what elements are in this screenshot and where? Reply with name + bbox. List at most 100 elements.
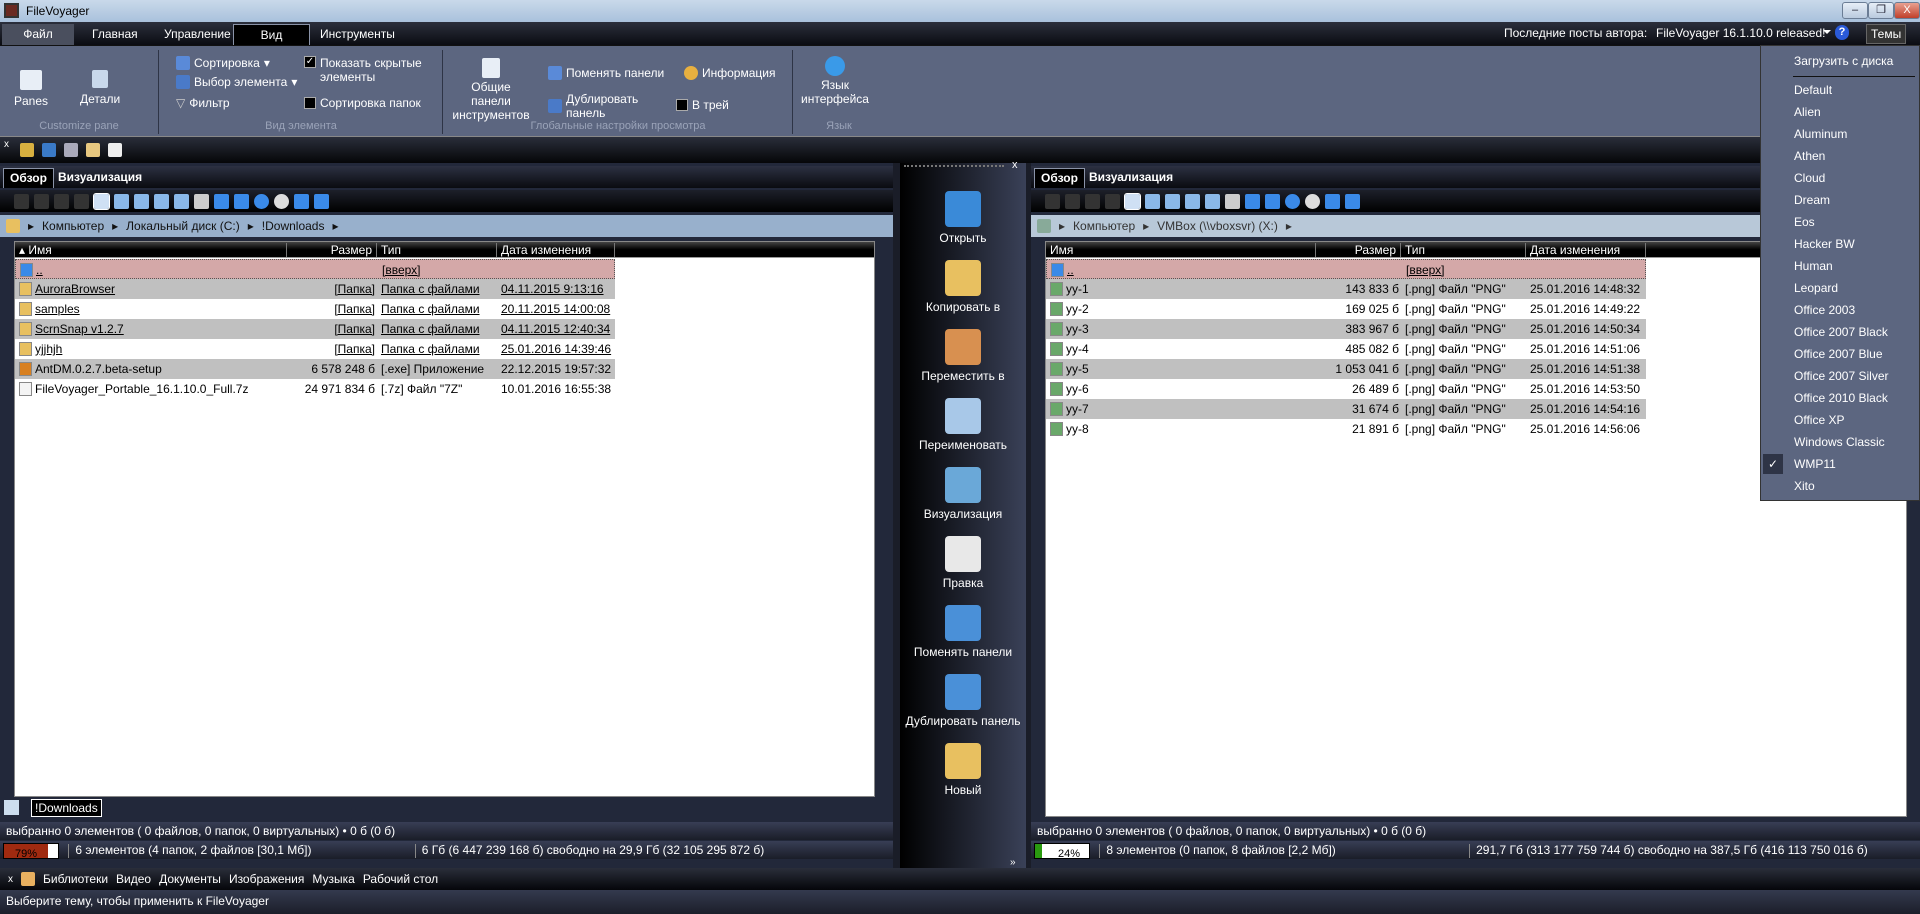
document-icon[interactable] bbox=[108, 143, 122, 157]
table-row[interactable]: samples [Папка] Папка с файлами 20.11.2015 … bbox=[15, 299, 615, 319]
forward-icon[interactable] bbox=[1345, 193, 1360, 209]
thumbs-view-icon[interactable] bbox=[1205, 193, 1220, 209]
tab-file[interactable]: Файл bbox=[2, 24, 74, 45]
post-dropdown-icon[interactable] bbox=[1823, 30, 1831, 38]
tab-tools[interactable]: Инструменты bbox=[308, 24, 407, 45]
column-size[interactable]: Размер bbox=[1316, 243, 1401, 257]
show-hidden-checkbox[interactable]: ✓ Показать скрытые элементы bbox=[304, 56, 435, 84]
library-desktop[interactable]: Рабочий стол bbox=[363, 872, 438, 886]
chart-view-icon[interactable] bbox=[194, 193, 209, 209]
action-button[interactable]: Переименовать bbox=[900, 398, 1026, 452]
column-size[interactable]: Размер bbox=[287, 243, 377, 257]
menu-item-theme[interactable]: Office 2007 Silver bbox=[1794, 369, 1889, 383]
table-row[interactable]: yy-4 485 082 б [.png] Файл "PNG" 25.01.2016… bbox=[1046, 339, 1646, 359]
history-icon[interactable] bbox=[1305, 193, 1320, 209]
menu-item-theme[interactable]: Cloud bbox=[1794, 171, 1825, 185]
swap-panels-button[interactable]: Поменять панели bbox=[548, 66, 664, 80]
tab-manage[interactable]: Управление bbox=[152, 24, 243, 45]
menu-item-theme[interactable]: Athen bbox=[1794, 149, 1825, 163]
column-type[interactable]: Тип bbox=[377, 243, 497, 257]
table-row[interactable]: yy-5 1 053 041 б [.png] Файл "PNG" 25.01.20… bbox=[1046, 359, 1646, 379]
top-icon[interactable] bbox=[214, 193, 229, 209]
menu-item-theme[interactable]: Windows Classic bbox=[1794, 435, 1885, 449]
copy-icon[interactable] bbox=[34, 193, 49, 209]
menu-item-theme[interactable]: Hacker BW bbox=[1794, 237, 1855, 251]
tab-visualization[interactable]: Визуализация bbox=[1083, 168, 1179, 188]
table-row[interactable]: yjjhjh [Папка] Папка с файлами 25.01.2016 1… bbox=[15, 339, 615, 359]
action-button[interactable]: Новый bbox=[900, 743, 1026, 797]
tab-visualization[interactable]: Визуализация bbox=[52, 168, 148, 188]
menu-item-theme[interactable]: Office 2007 Blue bbox=[1794, 347, 1883, 361]
menu-item-theme[interactable]: Office 2007 Black bbox=[1794, 325, 1888, 339]
action-button[interactable]: Поменять панели bbox=[900, 605, 1026, 659]
more-icon[interactable]: » bbox=[1010, 857, 1016, 868]
themes-button[interactable]: Темы bbox=[1866, 24, 1907, 44]
desktop-icon[interactable] bbox=[42, 143, 56, 157]
menu-item-theme[interactable]: Xito bbox=[1794, 479, 1815, 493]
menu-item-theme[interactable]: Human bbox=[1794, 259, 1833, 273]
folder-icon[interactable] bbox=[20, 143, 34, 157]
cut-icon[interactable] bbox=[14, 193, 29, 209]
menu-item-theme[interactable]: WMP11 bbox=[1794, 457, 1836, 471]
table-row[interactable]: yy-3 383 967 б [.png] Файл "PNG" 25.01.2016… bbox=[1046, 319, 1646, 339]
column-date[interactable]: Дата изменения bbox=[1526, 243, 1646, 257]
table-row[interactable]: FileVoyager_Portable_16.1.10.0_Full.7z 24… bbox=[15, 379, 615, 399]
breadcrumb-item[interactable]: Компьютер bbox=[42, 219, 104, 233]
panes-button[interactable]: Panes bbox=[14, 70, 48, 108]
table-row[interactable]: AntDM.0.2.7.beta-setup 6 578 248 б [.exe] … bbox=[15, 359, 615, 379]
menu-item-theme[interactable]: Leopard bbox=[1794, 281, 1838, 295]
language-button[interactable]: Язык интерфейса bbox=[800, 56, 870, 106]
breadcrumb-item[interactable]: VMBox (\\vboxsvr) (X:) bbox=[1157, 219, 1278, 233]
tray-checkbox[interactable]: В трей bbox=[676, 98, 729, 112]
close-button[interactable]: X bbox=[1894, 2, 1920, 19]
library-libraries[interactable]: Библиотеки bbox=[43, 872, 108, 886]
column-type[interactable]: Тип bbox=[1401, 243, 1526, 257]
paste-icon[interactable] bbox=[1085, 193, 1100, 209]
menu-item-theme[interactable]: Office XP bbox=[1794, 413, 1844, 427]
tiles-view-icon[interactable] bbox=[1185, 193, 1200, 209]
sort-button[interactable]: Сортировка ▾ bbox=[176, 56, 270, 70]
action-button[interactable]: Открыть bbox=[900, 191, 1026, 245]
chart-view-icon[interactable] bbox=[1225, 193, 1240, 209]
menu-item-theme[interactable]: Office 2010 Black bbox=[1794, 391, 1888, 405]
menu-item-theme[interactable]: Default bbox=[1794, 83, 1832, 97]
action-button[interactable]: Правка bbox=[900, 536, 1026, 590]
up-icon[interactable] bbox=[1265, 193, 1280, 209]
delete-icon[interactable] bbox=[74, 193, 89, 209]
library-documents[interactable]: Документы bbox=[159, 872, 221, 886]
table-row[interactable]: yy-8 21 891 б [.png] Файл "PNG" 25.01.2016 … bbox=[1046, 419, 1646, 439]
column-date[interactable]: Дата изменения bbox=[497, 243, 615, 257]
table-row[interactable]: .. [вверх] bbox=[15, 259, 615, 279]
up-icon[interactable] bbox=[234, 193, 249, 209]
top-icon[interactable] bbox=[1245, 193, 1260, 209]
minimize-button[interactable]: – bbox=[1842, 2, 1868, 19]
close-bar-icon[interactable]: x bbox=[8, 874, 13, 885]
back-icon[interactable] bbox=[1325, 193, 1340, 209]
drive-icon[interactable] bbox=[4, 800, 19, 815]
file-list[interactable]: ▴ Имя Размер Тип Дата изменения .. [вверх… bbox=[14, 241, 875, 797]
back-icon[interactable] bbox=[294, 193, 309, 209]
select-item-button[interactable]: Выбор элемента ▾ bbox=[176, 75, 297, 89]
column-name[interactable]: ▴ Имя bbox=[15, 243, 287, 257]
duplicate-panel-button[interactable]: Дублировать панель bbox=[548, 92, 648, 120]
copy-icon[interactable] bbox=[1065, 193, 1080, 209]
menu-item-theme[interactable]: Aluminum bbox=[1794, 127, 1847, 141]
breadcrumb-item[interactable]: !Downloads bbox=[262, 219, 325, 233]
icons-view-icon[interactable] bbox=[1165, 193, 1180, 209]
action-button[interactable]: Дублировать панель bbox=[900, 674, 1026, 728]
breadcrumb-item[interactable]: Локальный диск (C:) bbox=[126, 219, 240, 233]
tab-overview[interactable]: Обзор bbox=[1034, 168, 1085, 188]
menu-item-load-from-disk[interactable]: Загрузить с диска bbox=[1794, 54, 1893, 68]
table-row[interactable]: .. [вверх] bbox=[1046, 259, 1646, 279]
breadcrumb-item[interactable]: Компьютер bbox=[1073, 219, 1135, 233]
close-toolbar-icon[interactable]: x bbox=[4, 139, 9, 150]
icons-view-icon[interactable] bbox=[134, 193, 149, 209]
thumbs-view-icon[interactable] bbox=[174, 193, 189, 209]
column-name[interactable]: Имя bbox=[1046, 243, 1316, 257]
details-view-icon[interactable] bbox=[1124, 192, 1141, 210]
help-icon[interactable]: ? bbox=[1835, 25, 1849, 40]
sort-folders-checkbox[interactable]: Сортировка папок bbox=[304, 96, 421, 110]
tab-overview[interactable]: Обзор bbox=[3, 168, 54, 188]
tab-home[interactable]: Главная bbox=[80, 24, 150, 45]
user-folder-icon[interactable] bbox=[86, 143, 100, 157]
